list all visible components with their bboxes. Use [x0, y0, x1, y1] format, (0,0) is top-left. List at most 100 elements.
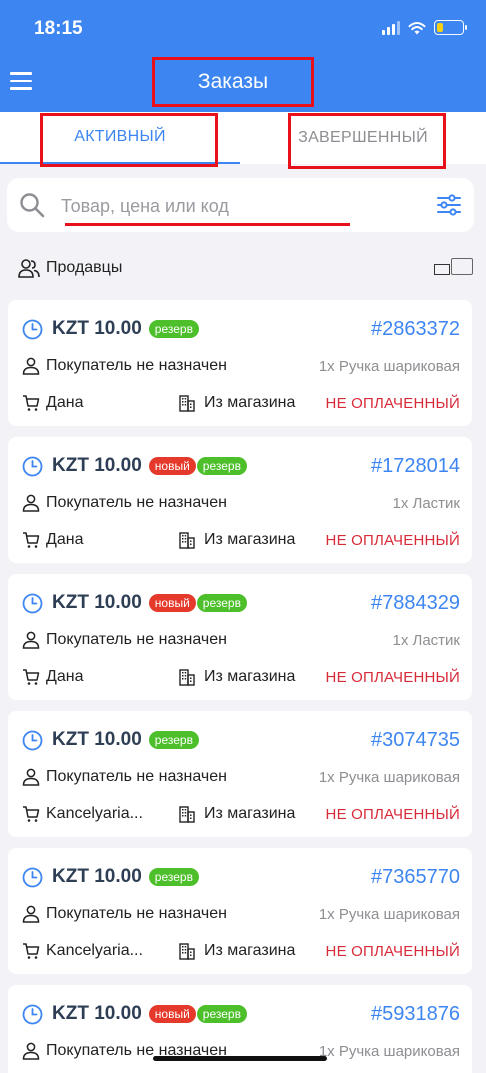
order-id[interactable]: #2863372	[371, 318, 460, 341]
order-buyer: Покупатель не назначен	[46, 905, 227, 922]
clock-icon	[22, 319, 43, 339]
order-price: KZT 10.00	[52, 318, 142, 339]
annotation-box-tab-completed	[288, 113, 446, 169]
order-badges: резерв	[148, 731, 200, 749]
signal-icon	[382, 20, 400, 35]
order-buyer: Покупатель не назначен	[46, 357, 227, 374]
filter-icon[interactable]	[436, 192, 462, 218]
order-buyer: Покупатель не назначен	[46, 631, 227, 648]
building-icon	[179, 532, 195, 549]
order-card[interactable]: KZT 10.00 резерв #7365770 Покупатель не …	[8, 848, 472, 974]
order-card[interactable]: KZT 10.00 резерв #3074735 Покупатель не …	[8, 711, 472, 837]
wifi-icon	[408, 21, 426, 34]
reserve-badge: резерв	[196, 457, 247, 475]
large-view-icon[interactable]	[451, 258, 473, 275]
person-icon	[22, 357, 40, 375]
order-seller: Дана	[46, 531, 84, 548]
order-badges: новый резерв	[148, 1005, 248, 1023]
order-badges: резерв	[148, 320, 200, 338]
building-icon	[179, 395, 195, 412]
page-title: Заказы	[152, 57, 314, 107]
view-toggle[interactable]	[434, 258, 473, 275]
clock-icon	[22, 1004, 43, 1024]
cart-icon	[23, 806, 40, 822]
order-item: 1x Ручка шариковая	[318, 357, 460, 375]
annotation-box-tab-active	[40, 113, 218, 167]
order-price: KZT 10.00	[52, 729, 142, 750]
search-bar	[7, 178, 474, 232]
order-id[interactable]: #1728014	[371, 455, 460, 478]
order-buyer: Покупатель не назначен	[46, 494, 227, 511]
top-bar: 18:15 Заказы	[0, 0, 486, 112]
users-icon	[18, 259, 40, 278]
order-source: Из магазина	[204, 531, 296, 548]
order-item: 1x Ручка шариковая	[318, 1042, 460, 1060]
reserve-badge: резерв	[148, 320, 199, 338]
payment-status: НЕ ОПЛАЧЕННЫЙ	[325, 942, 460, 960]
status-time: 18:15	[34, 18, 83, 39]
reserve-badge: резерв	[148, 868, 199, 886]
order-seller: Kancelyaria...	[46, 805, 143, 822]
reserve-badge: резерв	[196, 594, 247, 612]
orders-list: KZT 10.00 резерв #2863372 Покупатель не …	[8, 300, 472, 1073]
building-icon	[179, 806, 195, 823]
cart-icon	[23, 669, 40, 685]
order-price: KZT 10.00	[52, 455, 142, 476]
order-id[interactable]: #3074735	[371, 729, 460, 752]
order-buyer: Покупатель не назначен	[46, 768, 227, 785]
order-seller: Дана	[46, 394, 84, 411]
reserve-badge: резерв	[148, 731, 199, 749]
clock-icon	[22, 867, 43, 887]
annotation-underline-search	[65, 223, 350, 226]
order-item: 1x Ластик	[392, 494, 460, 512]
person-icon	[22, 494, 40, 512]
sellers-filter[interactable]: Продавцы	[18, 256, 473, 280]
order-card[interactable]: KZT 10.00 новый резерв #1728014 Покупател…	[8, 437, 472, 563]
payment-status: НЕ ОПЛАЧЕННЫЙ	[325, 668, 460, 686]
reserve-badge: резерв	[196, 1005, 247, 1023]
order-item: 1x Ручка шариковая	[318, 768, 460, 786]
order-card[interactable]: KZT 10.00 новый резерв #7884329 Покупател…	[8, 574, 472, 700]
battery-icon	[434, 20, 467, 35]
order-item: 1x Ручка шариковая	[318, 905, 460, 923]
new-badge: новый	[148, 457, 196, 475]
status-icons	[382, 20, 467, 35]
person-icon	[22, 768, 40, 786]
order-badges: новый резерв	[148, 457, 248, 475]
order-source: Из магазина	[204, 394, 296, 411]
sellers-label: Продавцы	[46, 259, 123, 276]
search-icon	[20, 193, 45, 218]
order-source: Из магазина	[204, 805, 296, 822]
cart-icon	[23, 943, 40, 959]
payment-status: НЕ ОПЛАЧЕННЫЙ	[325, 531, 460, 549]
order-item: 1x Ластик	[392, 631, 460, 649]
clock-icon	[22, 593, 43, 613]
home-indicator	[153, 1056, 327, 1061]
person-icon	[22, 1042, 40, 1060]
search-input[interactable]	[61, 192, 401, 220]
order-id[interactable]: #7884329	[371, 592, 460, 615]
order-seller: Дана	[46, 668, 84, 685]
payment-status: НЕ ОПЛАЧЕННЫЙ	[325, 394, 460, 412]
compact-view-icon[interactable]	[434, 264, 450, 275]
order-seller: Kancelyaria...	[46, 942, 143, 959]
order-badges: резерв	[148, 868, 200, 886]
building-icon	[179, 669, 195, 686]
new-badge: новый	[148, 594, 196, 612]
order-card[interactable]: KZT 10.00 резерв #2863372 Покупатель не …	[8, 300, 472, 426]
order-badges: новый резерв	[148, 594, 248, 612]
order-source: Из магазина	[204, 668, 296, 685]
order-price: KZT 10.00	[52, 592, 142, 613]
order-price: KZT 10.00	[52, 1003, 142, 1024]
order-id[interactable]: #7365770	[371, 866, 460, 889]
order-source: Из магазина	[204, 942, 296, 959]
order-price: KZT 10.00	[52, 866, 142, 887]
building-icon	[179, 943, 195, 960]
payment-status: НЕ ОПЛАЧЕННЫЙ	[325, 805, 460, 823]
person-icon	[22, 905, 40, 923]
clock-icon	[22, 730, 43, 750]
clock-icon	[22, 456, 43, 476]
menu-icon[interactable]	[10, 72, 32, 90]
cart-icon	[23, 532, 40, 548]
order-id[interactable]: #5931876	[371, 1003, 460, 1026]
